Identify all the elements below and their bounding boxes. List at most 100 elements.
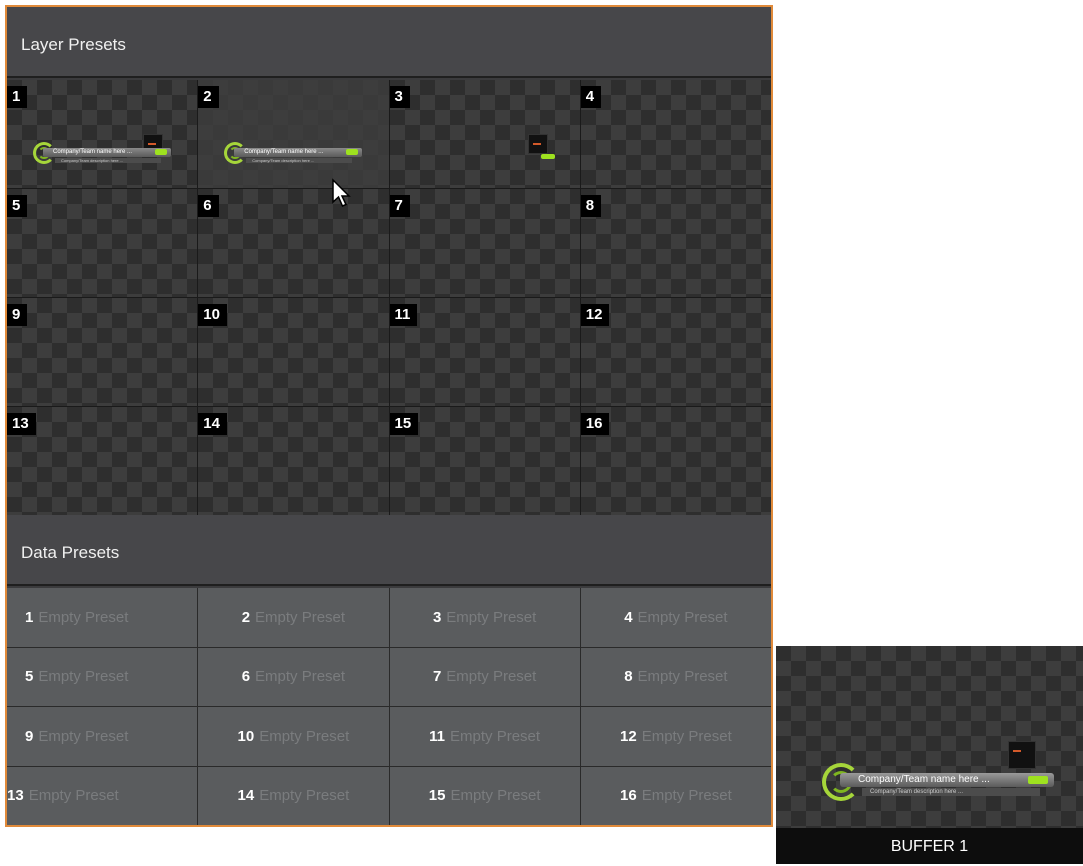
layer-presets-grid: 1 Company/Team name here ... Company/Tea… xyxy=(7,80,771,515)
preset-number: 13 xyxy=(7,413,36,435)
data-preset-8[interactable]: 8 Empty Preset xyxy=(580,647,771,706)
lower-third-headline: Company/Team name here ... xyxy=(43,148,171,157)
layer-preset-2[interactable]: 2 Company/Team name here ... Company/Tea… xyxy=(198,80,389,188)
preset-number: 10 xyxy=(198,304,227,326)
preset-number: 7 xyxy=(432,668,442,686)
live-badge-icon xyxy=(155,149,167,155)
preset-number: 12 xyxy=(620,727,637,745)
preset-number: 4 xyxy=(580,86,602,108)
preset-label: Empty Preset xyxy=(641,787,732,805)
layer-presets-header: Layer Presets xyxy=(7,7,771,78)
preset-number: 16 xyxy=(580,413,610,435)
data-preset-14[interactable]: 14 Empty Preset xyxy=(198,766,389,825)
layer-preset-4[interactable]: 4 xyxy=(580,80,771,188)
layer-preset-16[interactable]: 16 xyxy=(580,407,771,515)
preset-number: 6 xyxy=(241,668,251,686)
layer-preset-12[interactable]: 12 xyxy=(580,298,771,406)
preset-label: Empty Preset xyxy=(28,787,119,805)
data-preset-15[interactable]: 15 Empty Preset xyxy=(389,766,580,825)
preset-number: 1 xyxy=(25,608,34,626)
layer-preset-11[interactable]: 11 xyxy=(389,298,580,406)
preset-number: 4 xyxy=(624,608,633,626)
logo-icon xyxy=(527,134,548,154)
presets-panel: Layer Presets 1 Company/Team name here .… xyxy=(5,5,773,827)
layer-preset-5[interactable]: 5 xyxy=(7,189,198,297)
data-preset-11[interactable]: 11 Empty Preset xyxy=(389,707,580,766)
data-preset-6[interactable]: 6 Empty Preset xyxy=(198,647,389,706)
preset-label: Empty Preset xyxy=(38,727,129,745)
preset-number: 10 xyxy=(237,727,255,745)
data-preset-7[interactable]: 7 Empty Preset xyxy=(389,647,580,706)
live-badge-icon xyxy=(1028,776,1048,784)
preset-number: 2 xyxy=(198,86,219,108)
preset-number: 11 xyxy=(429,727,446,745)
live-badge-icon xyxy=(540,154,555,159)
layer-preset-6[interactable]: 6 xyxy=(198,189,389,297)
preset-number: 15 xyxy=(389,413,419,435)
preset-label: Empty Preset xyxy=(255,668,346,686)
lower-third-headline: Company/Team name here ... xyxy=(234,148,363,157)
preset-number: 8 xyxy=(580,195,602,217)
mouse-pointer-icon xyxy=(332,178,351,207)
layer-preset-7[interactable]: 7 xyxy=(389,189,580,297)
preset-number: 12 xyxy=(580,304,610,326)
preset-number: 14 xyxy=(237,787,255,805)
data-preset-5[interactable]: 5 Empty Preset xyxy=(7,647,198,706)
preset-number: 14 xyxy=(198,413,227,435)
layer-preset-1[interactable]: 1 Company/Team name here ... Company/Tea… xyxy=(7,80,198,188)
preset-number: 7 xyxy=(389,195,410,217)
preset-label: Empty Preset xyxy=(446,608,537,626)
preset-label: Empty Preset xyxy=(259,727,350,745)
lower-third-thumbnail: Company/Team name here ... Company/Team … xyxy=(224,142,369,172)
data-preset-9[interactable]: 9 Empty Preset xyxy=(7,707,198,766)
layer-preset-9[interactable]: 9 xyxy=(7,298,198,406)
data-preset-16[interactable]: 16 Empty Preset xyxy=(580,766,771,825)
preset-number: 9 xyxy=(7,304,28,326)
layer-preset-14[interactable]: 14 xyxy=(198,407,389,515)
data-preset-3[interactable]: 3 Empty Preset xyxy=(389,588,580,647)
layer-preset-10[interactable]: 10 xyxy=(198,298,389,406)
lower-third-thumbnail: Company/Team name here ... Company/Team … xyxy=(33,142,178,172)
preset-label: Empty Preset xyxy=(637,668,728,686)
layer-preset-15[interactable]: 15 xyxy=(389,407,580,515)
data-preset-2[interactable]: 2 Empty Preset xyxy=(198,588,389,647)
buffer-label: BUFFER 1 xyxy=(776,828,1083,864)
preset-number: 16 xyxy=(620,787,637,805)
preset-number: 5 xyxy=(25,668,34,686)
data-preset-4[interactable]: 4 Empty Preset xyxy=(580,588,771,647)
buffer-preview[interactable]: Company/Team name here ... Company/Team … xyxy=(776,646,1083,864)
lower-third-headline: Company/Team name here ... xyxy=(840,773,1054,787)
preset-number: 5 xyxy=(7,195,28,217)
preset-number: 9 xyxy=(25,727,34,745)
data-preset-10[interactable]: 10 Empty Preset xyxy=(198,707,389,766)
layer-preset-13[interactable]: 13 xyxy=(7,407,198,515)
preset-label: Empty Preset xyxy=(255,608,346,626)
preset-number: 13 xyxy=(7,787,24,805)
preset-number: 3 xyxy=(432,608,442,626)
preset-number: 8 xyxy=(624,668,633,686)
lower-third-subline: Company/Team description here ... xyxy=(55,158,161,163)
preset-number: 6 xyxy=(198,195,219,217)
preset-number: 11 xyxy=(389,304,418,326)
data-preset-12[interactable]: 12 Empty Preset xyxy=(580,707,771,766)
lower-third-subline: Company/Team description here ... xyxy=(862,788,1040,796)
data-presets-grid: 1 Empty Preset 2 Empty Preset 3 Empty Prese… xyxy=(7,588,771,825)
preset-label: Empty Preset xyxy=(259,787,350,805)
preset-label: Empty Preset xyxy=(637,608,728,626)
lower-third-graphic: Company/Team name here ... Company/Team … xyxy=(822,763,1062,809)
data-presets-title: Data Presets xyxy=(21,543,120,562)
live-badge-icon xyxy=(346,149,359,155)
preset-number: 3 xyxy=(389,86,410,108)
buffer-thumbnail: Company/Team name here ... Company/Team … xyxy=(776,646,1083,828)
preset-number: 2 xyxy=(241,608,251,626)
preset-number: 15 xyxy=(428,787,446,805)
data-preset-1[interactable]: 1 Empty Preset xyxy=(7,588,198,647)
layer-presets-title: Layer Presets xyxy=(21,35,126,54)
preset-label: Empty Preset xyxy=(38,608,129,626)
layer-preset-3[interactable]: 3 xyxy=(389,80,580,188)
data-preset-13[interactable]: 13 Empty Preset xyxy=(7,766,198,825)
preset-label: Empty Preset xyxy=(446,668,537,686)
preset-label: Empty Preset xyxy=(450,787,541,805)
data-presets-header: Data Presets xyxy=(7,515,771,586)
layer-preset-8[interactable]: 8 xyxy=(580,189,771,297)
